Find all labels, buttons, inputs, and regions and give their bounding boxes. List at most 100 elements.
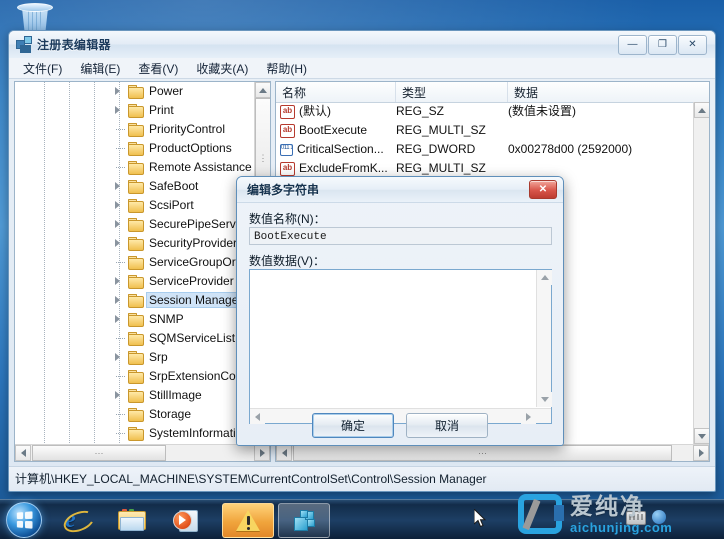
tree-node[interactable]: Srp: [15, 348, 254, 367]
expand-arrow-icon[interactable]: [115, 220, 120, 228]
list-header-row[interactable]: 名称 类型 数据: [276, 82, 709, 103]
value-data-text[interactable]: [250, 270, 535, 407]
tree-node-label: Session Manager: [145, 292, 246, 308]
column-header-data[interactable]: 数据: [508, 82, 709, 102]
value-name-input[interactable]: BootExecute: [249, 227, 552, 245]
taskbar-button-media-player[interactable]: [164, 503, 206, 536]
taskbar-button-registry-editor[interactable]: [278, 503, 330, 538]
registry-tree-pane[interactable]: Power Print PriorityControl ProductOptions R…: [14, 81, 271, 462]
list-scroll-down-button[interactable]: [694, 428, 709, 444]
tree-node[interactable]: SafeBoot: [15, 177, 254, 196]
list-scroll-left-button[interactable]: [276, 445, 292, 461]
column-header-name[interactable]: 名称: [276, 82, 396, 102]
desktop[interactable]: 注册表编辑器 — ❐ ✕ 文件(F) 编辑(E) 查看(V) 收藏夹(A) 帮助…: [0, 0, 724, 539]
value-name: (默认): [299, 104, 331, 118]
tree-scroll-up-button[interactable]: [255, 82, 270, 98]
window-titlebar[interactable]: 注册表编辑器 — ❐ ✕: [9, 31, 715, 59]
cancel-button[interactable]: 取消: [406, 413, 488, 438]
tree-node-label: ScsiPort: [149, 198, 194, 212]
tree-node[interactable]: ProductOptions: [15, 139, 254, 158]
start-button[interactable]: [6, 502, 42, 538]
tree-node[interactable]: SecurityProviders: [15, 234, 254, 253]
tree-horizontal-scrollbar[interactable]: ⋯: [15, 444, 270, 461]
tree-node[interactable]: Session Manager: [15, 291, 254, 310]
table-row[interactable]: ab (默认) REG_SZ (数值未设置): [276, 102, 709, 121]
expand-arrow-icon[interactable]: [115, 296, 120, 304]
menu-bar[interactable]: 文件(F) 编辑(E) 查看(V) 收藏夹(A) 帮助(H): [9, 58, 715, 79]
tree-node[interactable]: ServiceGroupOrder: [15, 253, 254, 272]
folder-icon: [128, 408, 144, 422]
recycle-bin-lid: [17, 3, 53, 12]
expand-arrow-icon[interactable]: [115, 201, 120, 209]
menu-item-help[interactable]: 帮助(H): [258, 58, 315, 79]
expand-arrow-icon[interactable]: [115, 182, 120, 190]
taskbar-button-warning-window[interactable]: [222, 503, 274, 538]
taskbar-button-windows-explorer[interactable]: [110, 503, 152, 536]
menu-item-edit[interactable]: 编辑(E): [72, 58, 128, 79]
watermark-chinese: 爱纯净: [570, 492, 645, 519]
ok-button[interactable]: 确定: [312, 413, 394, 438]
expand-arrow-icon[interactable]: [115, 87, 120, 95]
registry-tree[interactable]: Power Print PriorityControl ProductOptions R…: [15, 82, 254, 444]
tree-node[interactable]: Print: [15, 101, 254, 120]
folder-icon: [128, 142, 144, 156]
list-vertical-scrollbar[interactable]: [693, 102, 709, 444]
dialog-titlebar[interactable]: 编辑多字符串 ✕: [237, 177, 563, 203]
textarea-vertical-scrollbar[interactable]: [536, 270, 552, 407]
tree-node[interactable]: ServiceProvider: [15, 272, 254, 291]
aichunjing-logo-icon: [518, 494, 564, 534]
menu-item-view[interactable]: 查看(V): [130, 58, 186, 79]
menu-item-file[interactable]: 文件(F): [15, 58, 70, 79]
folder-icon: [128, 85, 144, 99]
tree-node[interactable]: StillImage: [15, 386, 254, 405]
list-scroll-right-button[interactable]: [693, 445, 709, 461]
tree-node[interactable]: SNMP: [15, 310, 254, 329]
maximize-button[interactable]: ❐: [648, 35, 677, 55]
tree-node[interactable]: Storage: [15, 405, 254, 424]
edit-multi-string-dialog[interactable]: 编辑多字符串 ✕ 数值名称(N)： BootExecute 数值数据(V)： 确…: [236, 176, 564, 446]
tree-scroll-right-button[interactable]: [254, 445, 270, 461]
table-row[interactable]: 011 110 CriticalSection... REG_DWORD 0x0027…: [276, 140, 709, 159]
watermark: 爱纯净 aichunjing.com: [518, 491, 720, 537]
tree-node[interactable]: SrpExtensionConfig: [15, 367, 254, 386]
regedit-icon: [16, 36, 32, 53]
tree-connector-line: [116, 433, 125, 434]
expand-arrow-icon[interactable]: [115, 315, 120, 323]
tree-node[interactable]: Power: [15, 82, 254, 101]
list-hscroll-thumb[interactable]: ⋯: [293, 445, 672, 461]
expand-arrow-icon[interactable]: [115, 106, 120, 114]
dialog-button-row: 确定 取消: [237, 413, 563, 438]
window-title: 注册表编辑器: [37, 38, 111, 52]
column-header-type[interactable]: 类型: [396, 82, 508, 102]
expand-arrow-icon[interactable]: [115, 353, 120, 361]
textarea-scroll-up-button[interactable]: [537, 270, 552, 285]
close-button[interactable]: ✕: [678, 35, 707, 55]
mouse-cursor: [474, 509, 488, 529]
media-player-icon: [173, 509, 198, 532]
dialog-close-button[interactable]: ✕: [529, 180, 557, 199]
textarea-scroll-down-button[interactable]: [537, 392, 552, 407]
value-name: CriticalSection...: [297, 142, 384, 156]
tree-scroll-left-button[interactable]: [15, 445, 31, 461]
expand-arrow-icon[interactable]: [115, 277, 120, 285]
tree-node[interactable]: SecurePipeServers: [15, 215, 254, 234]
expand-arrow-icon[interactable]: [115, 391, 120, 399]
expand-arrow-icon[interactable]: [115, 239, 120, 247]
list-horizontal-scrollbar[interactable]: ⋯: [276, 444, 709, 461]
value-data-textarea[interactable]: [249, 269, 552, 424]
folder-icon: [128, 218, 144, 232]
tree-node[interactable]: SQMServiceList: [15, 329, 254, 348]
minimize-button[interactable]: —: [618, 35, 647, 55]
tree-hscroll-thumb[interactable]: ⋯: [32, 445, 166, 461]
list-scroll-up-button[interactable]: [694, 102, 709, 118]
tree-node[interactable]: SystemInformation: [15, 424, 254, 443]
folder-icon: [128, 275, 144, 289]
tree-node[interactable]: PriorityControl: [15, 120, 254, 139]
taskbar-button-internet-explorer[interactable]: e: [56, 503, 98, 536]
table-row[interactable]: ab BootExecute REG_MULTI_SZ: [276, 121, 709, 140]
chevron-up-icon: [540, 275, 549, 280]
tree-node[interactable]: ScsiPort: [15, 196, 254, 215]
tree-node-label: Srp: [149, 350, 168, 364]
menu-item-favorites[interactable]: 收藏夹(A): [188, 58, 256, 79]
tree-node[interactable]: Remote Assistance: [15, 158, 254, 177]
